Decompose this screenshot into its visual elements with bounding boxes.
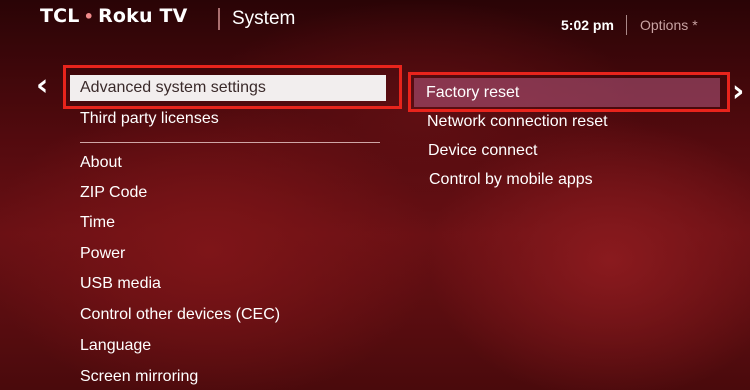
header-divider — [218, 8, 220, 30]
menu-divider — [80, 142, 380, 143]
menu-item-zip-code[interactable]: ZIP Code — [80, 183, 147, 203]
menu-item-language[interactable]: Language — [80, 336, 151, 356]
brand-logo: TCL • Roku TV — [40, 5, 188, 27]
menu-item-control-other-devices[interactable]: Control other devices (CEC) — [80, 305, 280, 325]
menu-item-usb-media[interactable]: USB media — [80, 274, 161, 294]
menu-item-factory-reset[interactable]: Factory reset — [426, 83, 519, 103]
menu-item-power[interactable]: Power — [80, 244, 125, 264]
menu-item-network-connection-reset[interactable]: Network connection reset — [427, 112, 608, 132]
options-button[interactable]: Options * — [640, 17, 698, 33]
header-bar: TCL • Roku TV System 5:02 pm Options * — [0, 0, 750, 44]
menu-item-about[interactable]: About — [80, 153, 122, 173]
chevron-left-icon[interactable]: ‹ — [36, 71, 48, 101]
menu-item-screen-mirroring[interactable]: Screen mirroring — [80, 367, 198, 387]
brand-tcl: TCL — [40, 5, 80, 27]
menu-item-device-connect[interactable]: Device connect — [428, 141, 537, 161]
page-title: System — [232, 8, 296, 29]
menu-item-control-by-mobile-apps[interactable]: Control by mobile apps — [429, 170, 593, 190]
brand-roku: Roku TV — [98, 5, 188, 27]
options-label: Options — [640, 17, 689, 33]
menu-item-time[interactable]: Time — [80, 213, 115, 233]
header-divider-2 — [626, 15, 627, 35]
clock: 5:02 pm — [561, 17, 614, 33]
asterisk-icon: * — [692, 17, 698, 33]
menu-item-third-party-licenses[interactable]: Third party licenses — [80, 109, 219, 129]
brand-dot: • — [83, 7, 95, 26]
menu-item-advanced-system-settings[interactable]: Advanced system settings — [70, 75, 386, 101]
chevron-right-icon[interactable]: › — [732, 77, 744, 107]
